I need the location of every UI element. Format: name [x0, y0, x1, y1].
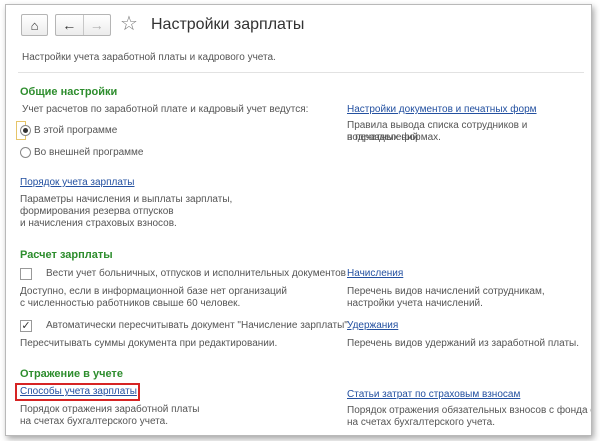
favorite-star-icon[interactable]: ☆: [120, 13, 138, 35]
auto-recalc-desc: Пересчитывать суммы документа при редакт…: [20, 338, 278, 349]
accounting-methods-desc-1: Порядок отражения заработной платы: [20, 404, 200, 415]
accruals-desc-1: Перечень видов начислений сотрудникам,: [347, 286, 545, 297]
sick-leave-desc-1: Доступно, если в информационной базе нет…: [20, 286, 287, 297]
page-subtitle: Настройки учета заработной платы и кадро…: [22, 52, 276, 63]
window-header: ⌂ ← → ☆ Настройки зарплаты: [6, 5, 591, 41]
payroll-order-desc-2: формирования резерва отпусков: [20, 206, 174, 217]
home-icon: ⌂: [30, 17, 39, 33]
radio-this-program[interactable]: [20, 125, 31, 136]
auto-recalc-checkbox[interactable]: ✓: [20, 320, 32, 332]
insurance-cost-items-link[interactable]: Статьи затрат по страховым взносам: [347, 389, 520, 400]
navigation-buttons: ← →: [55, 14, 111, 36]
insurance-cost-items-desc-2: на счетах бухгалтерского учета.: [347, 417, 495, 428]
docs-settings-link[interactable]: Настройки документов и печатных форм: [347, 104, 537, 115]
radio-external-program[interactable]: [20, 147, 31, 158]
settings-window: ⌂ ← → ☆ Настройки зарплаты Настройки уче…: [5, 4, 592, 436]
deductions-link[interactable]: Удержания: [347, 320, 398, 331]
radio-this-program-label[interactable]: В этой программе: [34, 125, 117, 137]
docs-settings-desc-2: в печатных формах.: [347, 132, 441, 143]
section-payroll-heading: Расчет зарплаты: [20, 249, 113, 261]
page-title: Настройки зарплаты: [151, 16, 305, 33]
checkmark-icon: ✓: [21, 320, 31, 332]
radio-external-program-label[interactable]: Во внешней программе: [34, 147, 144, 159]
accounting-methods-desc-2: на счетах бухгалтерского учета.: [20, 416, 168, 427]
back-arrow-icon[interactable]: ←: [56, 15, 84, 35]
insurance-cost-items-desc-1: Порядок отражения обязательных взносов с…: [347, 405, 592, 416]
auto-recalc-label[interactable]: Автоматически пересчитывать документ "На…: [46, 320, 348, 332]
sick-leave-label[interactable]: Вести учет больничных, отпусков и исполн…: [46, 268, 346, 280]
section-accounting-heading: Отражение в учете: [20, 368, 123, 380]
deductions-desc: Перечень видов удержаний из заработной п…: [347, 338, 580, 349]
divider: [18, 72, 584, 73]
sick-leave-checkbox[interactable]: [20, 268, 32, 280]
accruals-desc-2: настройки учета начислений.: [347, 298, 483, 309]
payroll-order-link[interactable]: Порядок учета зарплаты: [20, 177, 134, 188]
payroll-order-desc-3: и начисления страховых взносов.: [20, 218, 177, 229]
accounting-location-prompt: Учет расчетов по заработной плате и кадр…: [22, 104, 309, 115]
forward-arrow-icon[interactable]: →: [84, 15, 111, 35]
sick-leave-desc-2: с численностью работников свыше 60 челов…: [20, 298, 241, 309]
payroll-order-desc-1: Параметры начисления и выплаты зарплаты,: [20, 194, 233, 205]
section-general-heading: Общие настройки: [20, 86, 118, 98]
home-button[interactable]: ⌂: [21, 14, 48, 36]
accounting-methods-link[interactable]: Способы учета зарплаты: [20, 386, 137, 397]
accruals-link[interactable]: Начисления: [347, 268, 403, 279]
